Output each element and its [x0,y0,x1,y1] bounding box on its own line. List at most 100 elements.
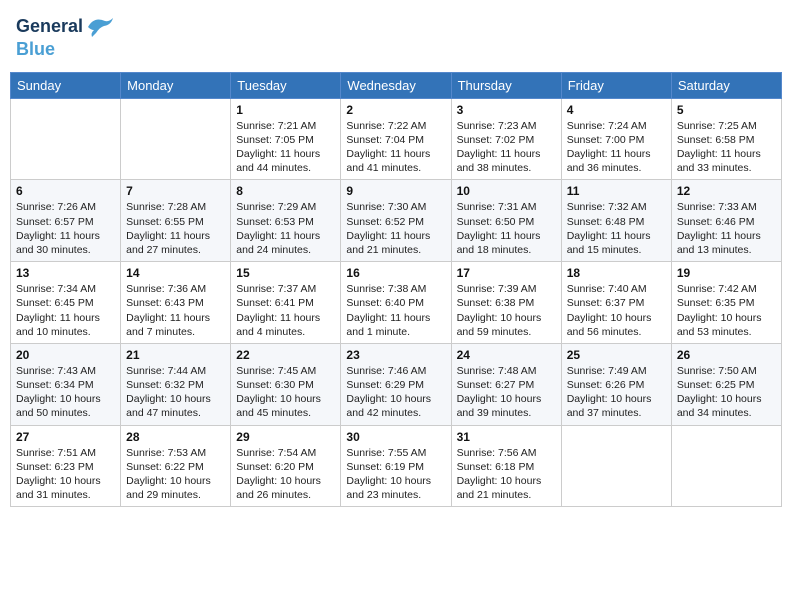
day-info: Sunrise: 7:42 AM Sunset: 6:35 PM Dayligh… [677,282,776,339]
day-info: Sunrise: 7:30 AM Sunset: 6:52 PM Dayligh… [346,200,445,257]
calendar-week-1: 1 Sunrise: 7:21 AM Sunset: 7:05 PM Daylig… [11,98,782,180]
day-number: 8 [236,184,335,198]
calendar-cell: 12 Sunrise: 7:33 AM Sunset: 6:46 PM Dayli… [671,180,781,262]
calendar-cell: 16 Sunrise: 7:38 AM Sunset: 6:40 PM Dayli… [341,262,451,344]
calendar-week-5: 27 Sunrise: 7:51 AM Sunset: 6:23 PM Dayli… [11,425,782,507]
day-number: 31 [457,430,556,444]
day-number: 2 [346,103,445,117]
calendar-week-4: 20 Sunrise: 7:43 AM Sunset: 6:34 PM Dayli… [11,343,782,425]
day-info: Sunrise: 7:21 AM Sunset: 7:05 PM Dayligh… [236,119,335,176]
day-info: Sunrise: 7:26 AM Sunset: 6:57 PM Dayligh… [16,200,115,257]
day-number: 1 [236,103,335,117]
logo-bird-icon [85,14,117,40]
day-info: Sunrise: 7:23 AM Sunset: 7:02 PM Dayligh… [457,119,556,176]
calendar-cell: 18Sunrise: 7:40 AM Sunset: 6:37 PM Dayli… [561,262,671,344]
day-info: Sunrise: 7:43 AM Sunset: 6:34 PM Dayligh… [16,364,115,421]
day-info: Sunrise: 7:48 AM Sunset: 6:27 PM Dayligh… [457,364,556,421]
calendar-cell: 28 Sunrise: 7:53 AM Sunset: 6:22 PM Dayli… [121,425,231,507]
calendar-cell: 27 Sunrise: 7:51 AM Sunset: 6:23 PM Dayli… [11,425,121,507]
column-header-saturday: Saturday [671,72,781,98]
calendar-cell: 4 Sunrise: 7:24 AM Sunset: 7:00 PM Daylig… [561,98,671,180]
day-info: Sunrise: 7:45 AM Sunset: 6:30 PM Dayligh… [236,364,335,421]
day-number: 12 [677,184,776,198]
day-number: 30 [346,430,445,444]
calendar-cell: 22 Sunrise: 7:45 AM Sunset: 6:30 PM Dayli… [231,343,341,425]
calendar-cell [11,98,121,180]
day-info: Sunrise: 7:34 AM Sunset: 6:45 PM Dayligh… [16,282,115,339]
day-info: Sunrise: 7:28 AM Sunset: 6:55 PM Dayligh… [126,200,225,257]
day-number: 9 [346,184,445,198]
calendar-cell: 30Sunrise: 7:55 AM Sunset: 6:19 PM Dayli… [341,425,451,507]
day-info: Sunrise: 7:24 AM Sunset: 7:00 PM Dayligh… [567,119,666,176]
calendar-cell [561,425,671,507]
calendar-cell: 9 Sunrise: 7:30 AM Sunset: 6:52 PM Daylig… [341,180,451,262]
calendar-cell: 7Sunrise: 7:28 AM Sunset: 6:55 PM Daylig… [121,180,231,262]
calendar-week-2: 6 Sunrise: 7:26 AM Sunset: 6:57 PM Daylig… [11,180,782,262]
day-info: Sunrise: 7:33 AM Sunset: 6:46 PM Dayligh… [677,200,776,257]
day-info: Sunrise: 7:53 AM Sunset: 6:22 PM Dayligh… [126,446,225,503]
calendar-cell: 8 Sunrise: 7:29 AM Sunset: 6:53 PM Daylig… [231,180,341,262]
day-number: 13 [16,266,115,280]
day-info: Sunrise: 7:22 AM Sunset: 7:04 PM Dayligh… [346,119,445,176]
day-number: 26 [677,348,776,362]
day-number: 15 [236,266,335,280]
calendar-cell: 10Sunrise: 7:31 AM Sunset: 6:50 PM Dayli… [451,180,561,262]
calendar-cell: 20 Sunrise: 7:43 AM Sunset: 6:34 PM Dayli… [11,343,121,425]
day-number: 11 [567,184,666,198]
day-number: 21 [126,348,225,362]
day-info: Sunrise: 7:29 AM Sunset: 6:53 PM Dayligh… [236,200,335,257]
column-header-sunday: Sunday [11,72,121,98]
calendar-cell: 3 Sunrise: 7:23 AM Sunset: 7:02 PM Daylig… [451,98,561,180]
logo-blue: Blue [16,40,117,60]
day-number: 14 [126,266,225,280]
day-number: 29 [236,430,335,444]
day-number: 25 [567,348,666,362]
day-info: Sunrise: 7:37 AM Sunset: 6:41 PM Dayligh… [236,282,335,339]
day-info: Sunrise: 7:39 AM Sunset: 6:38 PM Dayligh… [457,282,556,339]
calendar-header-row: SundayMondayTuesdayWednesdayThursdayFrid… [11,72,782,98]
day-info: Sunrise: 7:44 AM Sunset: 6:32 PM Dayligh… [126,364,225,421]
calendar-cell: 2 Sunrise: 7:22 AM Sunset: 7:04 PM Daylig… [341,98,451,180]
calendar-cell: 14 Sunrise: 7:36 AM Sunset: 6:43 PM Dayli… [121,262,231,344]
day-number: 24 [457,348,556,362]
calendar-table: SundayMondayTuesdayWednesdayThursdayFrid… [10,72,782,507]
day-info: Sunrise: 7:36 AM Sunset: 6:43 PM Dayligh… [126,282,225,339]
day-info: Sunrise: 7:56 AM Sunset: 6:18 PM Dayligh… [457,446,556,503]
day-info: Sunrise: 7:46 AM Sunset: 6:29 PM Dayligh… [346,364,445,421]
day-number: 16 [346,266,445,280]
calendar-cell: 23 Sunrise: 7:46 AM Sunset: 6:29 PM Dayli… [341,343,451,425]
calendar-cell: 25 Sunrise: 7:49 AM Sunset: 6:26 PM Dayli… [561,343,671,425]
day-number: 19 [677,266,776,280]
calendar-cell [121,98,231,180]
day-number: 20 [16,348,115,362]
day-info: Sunrise: 7:25 AM Sunset: 6:58 PM Dayligh… [677,119,776,176]
day-number: 6 [16,184,115,198]
calendar-week-3: 13 Sunrise: 7:34 AM Sunset: 6:45 PM Dayli… [11,262,782,344]
calendar-cell: 19 Sunrise: 7:42 AM Sunset: 6:35 PM Dayli… [671,262,781,344]
day-number: 28 [126,430,225,444]
calendar-cell: 26 Sunrise: 7:50 AM Sunset: 6:25 PM Dayli… [671,343,781,425]
day-info: Sunrise: 7:54 AM Sunset: 6:20 PM Dayligh… [236,446,335,503]
calendar-cell: 24 Sunrise: 7:48 AM Sunset: 6:27 PM Dayli… [451,343,561,425]
day-info: Sunrise: 7:50 AM Sunset: 6:25 PM Dayligh… [677,364,776,421]
calendar-cell: 13 Sunrise: 7:34 AM Sunset: 6:45 PM Dayli… [11,262,121,344]
calendar-cell: 5 Sunrise: 7:25 AM Sunset: 6:58 PM Daylig… [671,98,781,180]
day-info: Sunrise: 7:49 AM Sunset: 6:26 PM Dayligh… [567,364,666,421]
day-info: Sunrise: 7:38 AM Sunset: 6:40 PM Dayligh… [346,282,445,339]
calendar-cell: 15 Sunrise: 7:37 AM Sunset: 6:41 PM Dayli… [231,262,341,344]
day-number: 22 [236,348,335,362]
column-header-tuesday: Tuesday [231,72,341,98]
calendar-cell: 31 Sunrise: 7:56 AM Sunset: 6:18 PM Dayli… [451,425,561,507]
day-number: 17 [457,266,556,280]
day-number: 10 [457,184,556,198]
calendar-cell: 17 Sunrise: 7:39 AM Sunset: 6:38 PM Dayli… [451,262,561,344]
day-number: 3 [457,103,556,117]
day-info: Sunrise: 7:40 AM Sunset: 6:37 PM Dayligh… [567,282,666,339]
logo-general: General [16,17,83,37]
column-header-friday: Friday [561,72,671,98]
day-number: 23 [346,348,445,362]
day-number: 5 [677,103,776,117]
day-number: 27 [16,430,115,444]
day-info: Sunrise: 7:51 AM Sunset: 6:23 PM Dayligh… [16,446,115,503]
day-number: 4 [567,103,666,117]
